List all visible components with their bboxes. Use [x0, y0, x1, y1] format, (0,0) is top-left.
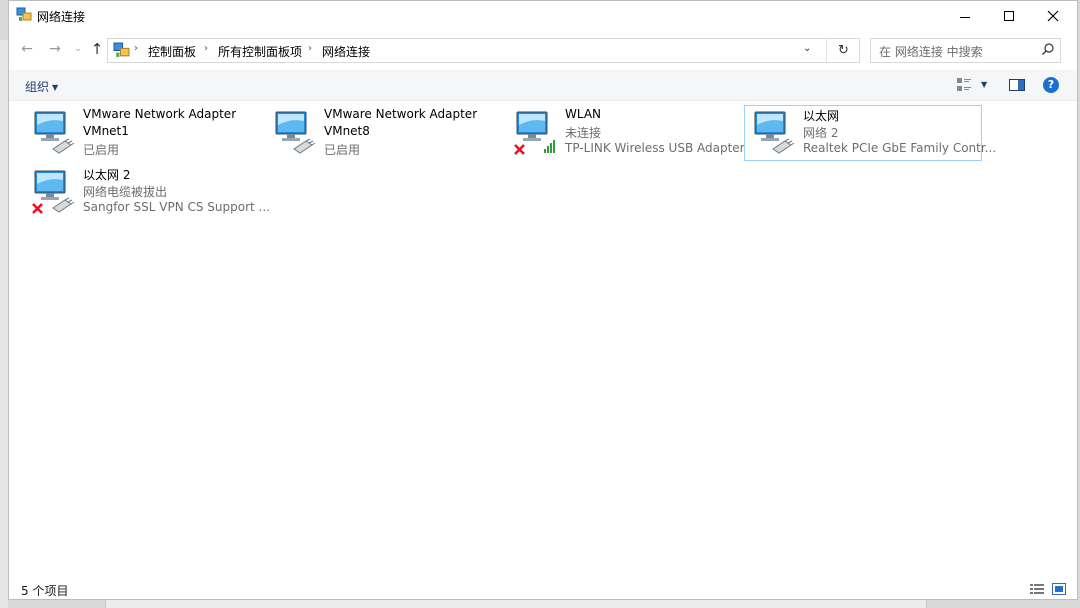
- preview-pane-icon[interactable]: [1009, 79, 1025, 91]
- refresh-button[interactable]: ↻: [826, 39, 860, 62]
- address-dropdown-icon[interactable]: ⌄: [803, 43, 811, 54]
- help-icon[interactable]: ?: [1043, 77, 1059, 93]
- item-device: 已启用: [324, 143, 361, 157]
- command-bar: 组织 ▼ ▼ ?: [9, 70, 1077, 101]
- close-button[interactable]: [1031, 1, 1075, 31]
- network-adapter-icon: [275, 111, 316, 154]
- item-name: VMware Network Adapter: [83, 107, 237, 121]
- status-bar: 5 个项目: [9, 578, 1077, 599]
- item-network: 未连接: [565, 126, 602, 140]
- network-connections-icon: [16, 7, 32, 21]
- item-name: 以太网 2: [83, 168, 131, 182]
- chevron-right-icon[interactable]: ›: [134, 43, 138, 54]
- search-placeholder: 在 网络连接 中搜索: [879, 45, 983, 59]
- network-item[interactable]: VMware Network Adapter VMnet8 已启用: [265, 105, 503, 161]
- minimize-button[interactable]: [943, 1, 987, 31]
- item-network: VMnet8: [324, 124, 370, 138]
- address-bar[interactable]: › 控制面板 › 所有控制面板项 › 网络连接 ⌄ ↻: [107, 38, 860, 63]
- item-device: Sangfor SSL VPN CS Support ...: [83, 200, 270, 214]
- caret-down-icon: ▼: [52, 83, 59, 92]
- item-count: 5 个项目: [21, 584, 69, 598]
- item-device: Realtek PCIe GbE Family Contr...: [803, 141, 997, 155]
- network-adapter-icon: [514, 111, 555, 155]
- recent-locations-button[interactable]: ⌄: [69, 40, 87, 58]
- change-view-icon[interactable]: [957, 78, 971, 92]
- background-taskbar-strip: [105, 600, 927, 608]
- chevron-right-icon[interactable]: ›: [308, 43, 312, 54]
- maximize-icon: [1004, 11, 1014, 21]
- navigation-bar: ← → ⌄ ↑ › 控制面板 › 所有控制面板项 › 网络连接 ⌄ ↻ 在 网络…: [9, 34, 1077, 66]
- refresh-icon: ↻: [838, 43, 849, 58]
- network-connections-icon: [113, 42, 130, 57]
- back-button[interactable]: ←: [18, 40, 36, 58]
- wifi-signal-icon: [544, 140, 555, 153]
- network-adapter-icon: [754, 111, 795, 154]
- item-device: 已启用: [83, 143, 120, 157]
- network-item[interactable]: WLAN 未连接 TP-LINK Wireless USB Adapter: [506, 105, 745, 161]
- item-network: VMnet1: [83, 124, 129, 138]
- network-item[interactable]: VMware Network Adapter VMnet1 已启用: [24, 105, 262, 161]
- breadcrumb-network-connections[interactable]: 网络连接: [322, 43, 370, 60]
- network-connections-window: 网络连接 ← → ⌄ ↑ › 控制面板 › 所有控制面板项 › 网络连接 ⌄ ↻: [8, 0, 1078, 600]
- chevron-right-icon[interactable]: ›: [204, 43, 208, 54]
- arrow-up-icon: ↑: [90, 40, 104, 58]
- search-icon[interactable]: [1041, 42, 1055, 56]
- details-view-icon[interactable]: [1030, 583, 1044, 595]
- network-item[interactable]: 以太网 2 网络电缆被拔出 Sangfor SSL VPN CS Support .…: [24, 164, 270, 220]
- large-icons-view-icon[interactable]: [1052, 583, 1066, 595]
- chevron-down-icon: ⌄: [74, 44, 82, 54]
- arrow-right-icon: →: [49, 41, 61, 57]
- network-adapter-icon: [34, 111, 75, 154]
- close-icon: [1047, 10, 1059, 22]
- maximize-button[interactable]: [987, 1, 1031, 31]
- organize-menu[interactable]: 组织 ▼: [25, 78, 58, 95]
- item-network: 网络电缆被拔出: [83, 185, 168, 199]
- network-adapter-icon: [32, 170, 75, 214]
- breadcrumb-all-items[interactable]: 所有控制面板项: [218, 43, 302, 60]
- breadcrumb-control-panel[interactable]: 控制面板: [148, 43, 196, 60]
- arrow-left-icon: ←: [21, 41, 33, 57]
- window-title: 网络连接: [37, 10, 86, 24]
- view-options-caret-icon[interactable]: ▼: [981, 80, 987, 89]
- search-box[interactable]: 在 网络连接 中搜索: [870, 38, 1061, 63]
- up-button[interactable]: ↑: [88, 40, 106, 58]
- item-device: TP-LINK Wireless USB Adapter: [565, 141, 745, 155]
- minimize-icon: [960, 16, 970, 18]
- item-network: 网络 2: [803, 126, 839, 140]
- title-bar: 网络连接: [9, 1, 1077, 32]
- network-item[interactable]: 以太网网络 2 Realtek PCIe GbE Family Contr...: [744, 105, 996, 161]
- item-name: 以太网: [803, 109, 840, 123]
- organize-label: 组织: [25, 80, 50, 94]
- forward-button[interactable]: →: [46, 40, 64, 58]
- background-window: [0, 40, 8, 608]
- item-name: VMware Network Adapter: [324, 107, 478, 121]
- item-name: WLAN: [565, 107, 602, 121]
